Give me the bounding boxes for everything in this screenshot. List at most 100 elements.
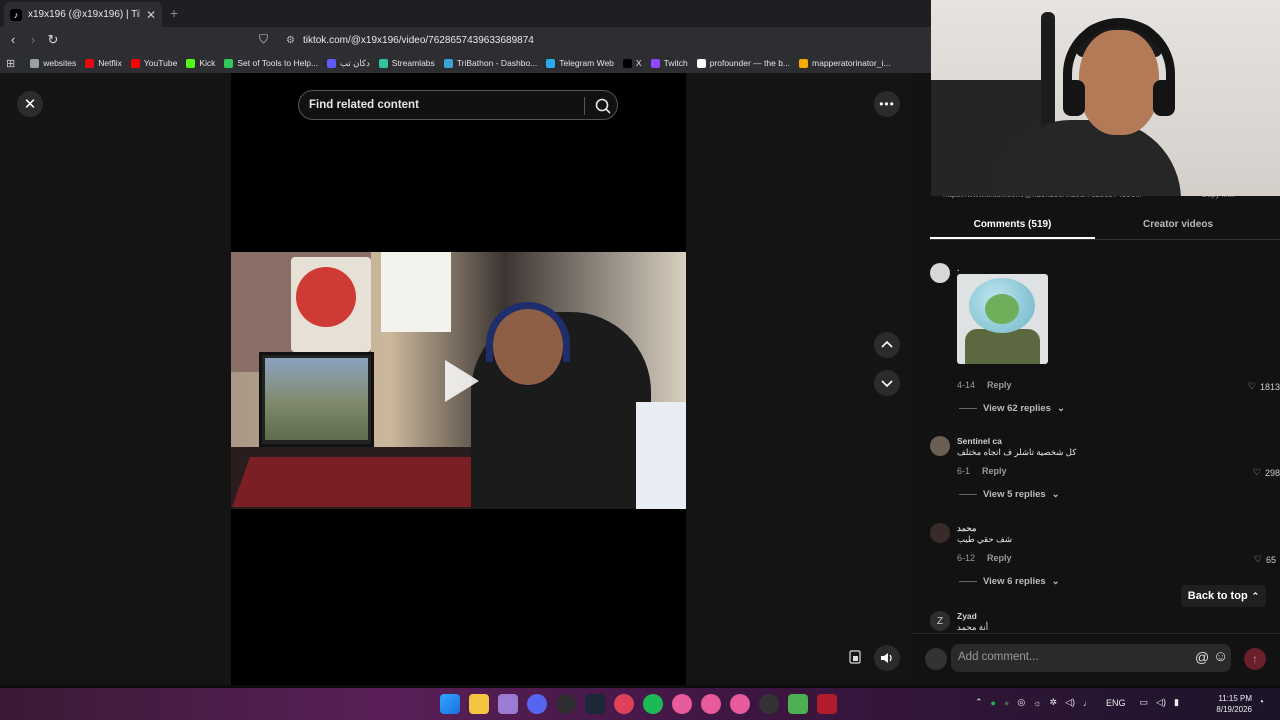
spotify-tray-icon[interactable]: ● <box>991 698 996 708</box>
bookmark-item[interactable]: X <box>622 58 642 68</box>
tray-icon[interactable]: ☼ <box>1033 698 1041 708</box>
language-indicator[interactable]: ENG <box>1106 698 1126 708</box>
send-icon[interactable]: ↑ <box>1244 648 1266 670</box>
comment-author[interactable]: Zyad <box>957 611 977 621</box>
like-button[interactable]: ♡ 298 <box>1253 467 1280 478</box>
bookmark-item[interactable]: profounder — the b... <box>696 58 790 68</box>
windows-start-icon[interactable] <box>440 694 460 714</box>
tab-close-icon[interactable]: ✕ <box>146 8 156 22</box>
like-button[interactable]: ♡ 1813 <box>1248 381 1280 392</box>
view-replies-button[interactable]: View 6 replies ⌄ <box>959 576 1060 587</box>
tray-icon[interactable]: ◎ <box>1017 697 1025 708</box>
comment-author[interactable]: . <box>957 263 959 273</box>
steam-icon[interactable] <box>585 694 605 714</box>
mini-player-icon[interactable] <box>845 647 865 667</box>
tab-title: x19x196 (@x19x196) | TikTok <box>28 9 140 20</box>
bookmark-favicon-icon <box>85 58 95 68</box>
browser-tab-bar: ♪ x19x196 (@x19x196) | TikTok ✕ + <box>0 0 931 27</box>
app-icon[interactable] <box>730 694 750 714</box>
reload-icon[interactable]: ↻ <box>43 32 63 48</box>
tab-creator-videos[interactable]: Creator videos <box>1095 213 1261 239</box>
apps-grid-icon[interactable]: ⊞ <box>6 57 15 70</box>
file-explorer-icon[interactable] <box>469 694 489 714</box>
reply-button[interactable]: Reply <box>987 380 1012 390</box>
comment-item: . 4-14 Reply ♡ 1813 View 62 replies ⌄ <box>930 263 1280 414</box>
tray-icon[interactable]: ✲ <box>1050 697 1058 708</box>
chevron-up-icon: ⌃ <box>1251 590 1260 601</box>
search-bar[interactable]: Find related content <box>298 90 618 120</box>
folder-icon <box>30 58 40 68</box>
video-frame[interactable] <box>231 252 686 509</box>
new-tab-button[interactable]: + <box>170 5 178 21</box>
bookmark-item[interactable]: Streamlabs <box>378 58 435 68</box>
tray-icon[interactable]: ● <box>1004 698 1009 708</box>
forward-icon[interactable]: › <box>23 32 43 47</box>
back-to-top-button[interactable]: Back to top ⌃ <box>1181 585 1266 607</box>
clock[interactable]: 11:15 PM 8/19/2026 <box>1210 693 1252 715</box>
comment-date: 6-12 <box>957 553 976 563</box>
obs-icon[interactable] <box>556 694 576 714</box>
app-icon[interactable] <box>498 694 518 714</box>
reply-button[interactable]: Reply <box>987 553 1012 563</box>
bookmark-label: TriBathon - Dashbo... <box>456 58 538 68</box>
tab-comments[interactable]: Comments (519) <box>930 213 1095 239</box>
comment-input[interactable]: Add comment... @ ☺ <box>951 644 1231 672</box>
bookmark-item[interactable]: Telegram Web <box>546 58 614 68</box>
bookmark-item[interactable]: mapperatorinator_i... <box>799 58 890 68</box>
app-icon[interactable] <box>817 694 837 714</box>
search-icon[interactable] <box>593 96 613 116</box>
avatar[interactable]: Z <box>930 611 950 631</box>
discord-icon[interactable] <box>527 694 547 714</box>
previous-video-icon[interactable] <box>874 332 900 358</box>
battery-icon[interactable]: ▮ <box>1174 697 1179 708</box>
avatar[interactable] <box>930 436 950 456</box>
url-field[interactable]: ⚙ tiktok.com/@x19x196/video/762865743963… <box>276 30 931 50</box>
speaker-icon[interactable]: ◁) <box>1065 697 1075 708</box>
emoji-icon[interactable]: ☺ <box>1213 648 1228 665</box>
volume-icon[interactable] <box>874 645 900 671</box>
view-replies-button[interactable]: View 5 replies ⌄ <box>959 489 1060 500</box>
next-video-icon[interactable] <box>874 370 900 396</box>
like-button[interactable]: ♡ 65 <box>1254 554 1276 565</box>
bookmark-item[interactable]: Twitch <box>650 58 688 68</box>
play-icon[interactable] <box>445 360 479 402</box>
back-icon[interactable]: ‹ <box>3 32 23 47</box>
mic-icon[interactable]: ♩ <box>1083 698 1092 708</box>
chevron-up-icon[interactable]: ⌃ <box>975 697 983 708</box>
app-icon[interactable] <box>672 694 692 714</box>
mention-icon[interactable]: @ <box>1195 649 1209 665</box>
app-icon[interactable] <box>759 694 779 714</box>
spotify-icon[interactable] <box>643 694 663 714</box>
comment-date: 4-14 <box>957 380 976 390</box>
notification-icon[interactable]: ◔ <box>1258 697 1264 708</box>
sticker-image <box>957 274 1048 364</box>
panel-tabs: Comments (519) Creator videos <box>930 213 1277 239</box>
bookmark-item[interactable]: Kick <box>186 58 215 68</box>
comment-author[interactable]: محمد <box>957 523 976 534</box>
bookmark-item[interactable]: YouTube <box>130 58 177 68</box>
bookmark-item[interactable]: Netflix <box>85 58 122 68</box>
app-icon[interactable] <box>701 694 721 714</box>
comment-text: كل شخصية تاشلر ف اتجاه مختلف <box>957 447 1077 457</box>
comment-meta: 6-1 Reply <box>957 466 1007 476</box>
app-icon[interactable] <box>614 694 634 714</box>
video-player[interactable] <box>231 73 686 685</box>
comment-author[interactable]: Sentinel ca <box>957 436 1002 446</box>
more-options-icon[interactable]: ••• <box>874 91 900 117</box>
volume-tray-icon[interactable]: ◁) <box>1156 697 1166 708</box>
reply-button[interactable]: Reply <box>982 466 1007 476</box>
site-info-icon[interactable]: ⚙ <box>286 35 295 46</box>
bookmark-item[interactable]: TriBathon - Dashbo... <box>443 58 538 68</box>
view-replies-button[interactable]: View 62 replies ⌄ <box>959 403 1065 414</box>
minecraft-icon[interactable] <box>788 694 808 714</box>
avatar[interactable] <box>930 523 950 543</box>
network-icon[interactable]: ▭ <box>1140 697 1149 708</box>
bookmark-label: Kick <box>199 58 216 68</box>
bookmark-star-icon[interactable]: ⛉ <box>259 32 268 47</box>
bookmark-item[interactable]: دكان تب <box>327 58 370 69</box>
bookmark-item[interactable]: Set of Tools to Help... <box>224 58 318 68</box>
avatar[interactable] <box>930 263 950 283</box>
browser-tab[interactable]: ♪ x19x196 (@x19x196) | TikTok ✕ <box>4 2 162 27</box>
close-icon[interactable]: ✕ <box>17 91 43 117</box>
bookmark-item[interactable]: websites <box>30 58 76 68</box>
